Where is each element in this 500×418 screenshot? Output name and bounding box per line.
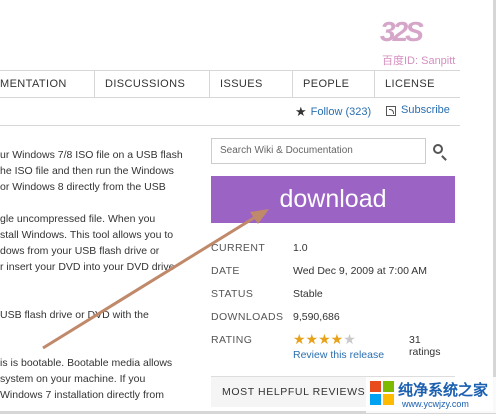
windows-logo-icon — [370, 381, 394, 405]
property-row: DATE Wed Dec 9, 2009 at 7:00 AM — [211, 261, 455, 284]
property-row: STATUS Stable — [211, 284, 455, 307]
description-line: he ISO file and then run the Windows — [0, 165, 174, 177]
watermark-logo-text: 32S — [380, 16, 424, 47]
project-description: ur Windows 7/8 ISO file on a USB flash h… — [0, 147, 200, 403]
follow-label: Follow (323) — [310, 106, 372, 118]
rating-stars[interactable]: ★★★★★ — [293, 331, 356, 348]
tab-discussions[interactable]: DISCUSSIONS — [95, 71, 210, 97]
divider — [0, 125, 460, 126]
download-button[interactable]: download — [211, 176, 455, 223]
rating-row: RATING ★★★★★ 31 ratings Review this rele… — [211, 330, 455, 362]
tab-license[interactable]: LICENSE — [375, 71, 460, 97]
tab-documentation[interactable]: MENTATION — [0, 71, 95, 97]
description-line: is is bootable. Bootable media allows — [0, 357, 173, 369]
property-value: 1.0 — [293, 242, 308, 254]
description-line: Windows 7 installation directly from — [0, 389, 164, 401]
description-line: stall Windows. This tool allows you to — [0, 229, 174, 241]
release-properties: CURRENT 1.0 DATE Wed Dec 9, 2009 at 7:00… — [211, 238, 455, 362]
property-value: 9,590,686 — [293, 311, 340, 323]
subscribe-link[interactable]: Subscribe — [401, 104, 450, 116]
tab-people[interactable]: PEOPLE — [293, 71, 375, 97]
property-label: DATE — [211, 265, 240, 277]
rss-icon — [386, 106, 396, 116]
watermark-logo: 32S 百度ID: Sanpitt — [380, 12, 470, 68]
property-label: STATUS — [211, 288, 254, 300]
star-icon: ★ — [295, 104, 307, 119]
search-icon[interactable] — [433, 144, 443, 154]
property-label: DOWNLOADS — [211, 311, 284, 323]
description-line: or Windows 8 directly from the USB — [0, 181, 166, 193]
property-value: Wed Dec 9, 2009 at 7:00 AM — [293, 265, 428, 277]
property-label: CURRENT — [211, 242, 266, 254]
description-line: USB flash drive or DVD with the — [0, 309, 149, 321]
site-watermark: 纯净系统之家 www.ycwjzy.com — [366, 377, 496, 413]
site-url: www.ycwjzy.com — [402, 399, 469, 409]
review-release-link[interactable]: Review this release — [293, 349, 384, 361]
search-input[interactable]: Search Wiki & Documentation — [211, 138, 426, 164]
ratings-count: 31 ratings — [409, 334, 441, 358]
rating-label: RATING — [211, 334, 253, 346]
watermark-id-text: 百度ID: Sanpitt — [382, 55, 456, 67]
property-row: CURRENT 1.0 — [211, 238, 455, 261]
project-tabs: MENTATION DISCUSSIONS ISSUES PEOPLE LICE… — [0, 70, 460, 98]
description-line: ur Windows 7/8 ISO file on a USB flash — [0, 149, 183, 161]
description-line: dows from your USB flash drive or — [0, 245, 160, 257]
property-value: Stable — [293, 288, 323, 300]
tab-issues[interactable]: ISSUES — [210, 71, 293, 97]
description-line: r insert your DVD into your DVD drive — [0, 261, 175, 273]
property-row: DOWNLOADS 9,590,686 — [211, 307, 455, 330]
site-title: 纯净系统之家 — [398, 382, 489, 399]
most-helpful-label: MOST HELPFUL REVIEWS — [222, 386, 366, 398]
description-line: system on your machine. If you — [0, 373, 146, 385]
description-line: gle uncompressed file. When you — [0, 213, 156, 225]
follow-link[interactable]: ★ Follow (323) — [295, 104, 371, 120]
